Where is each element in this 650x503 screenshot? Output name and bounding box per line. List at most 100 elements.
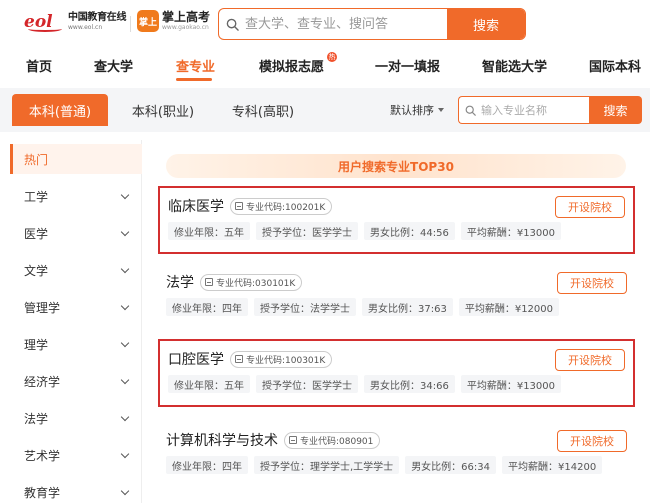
filter-bar: 本科(普通) 本科(职业) 专科(高职) 默认排序 搜索: [0, 88, 650, 132]
sidebar-item-label: 艺术学: [24, 448, 61, 463]
id-card-icon: [235, 355, 243, 363]
major-years: 修业年限：五年: [168, 222, 250, 240]
logo-divider: [130, 16, 131, 32]
open-schools-button[interactable]: 开设院校: [557, 272, 627, 294]
open-schools-button[interactable]: 开设院校: [555, 196, 625, 218]
caret-down-icon: [438, 108, 444, 112]
sidebar-item-economics[interactable]: 经济学: [10, 366, 142, 396]
sidebar-item-label: 文学: [24, 263, 49, 278]
global-search: 搜索: [218, 8, 526, 40]
major-years: 修业年限：四年: [166, 298, 248, 316]
eol-logo-text: 中国教育在线: [68, 12, 127, 23]
nav-item-majors[interactable]: 查专业: [176, 56, 215, 75]
chevron-down-icon: [120, 227, 130, 236]
sidebar-item-arts[interactable]: 艺术学: [10, 440, 142, 470]
sidebar-item-engineering[interactable]: 工学: [10, 181, 142, 211]
sidebar-item-label: 理学: [24, 337, 49, 352]
sidebar-item-hot[interactable]: 热门: [10, 144, 142, 174]
eol-logo-mark: eol: [24, 12, 66, 32]
zsgk-logo-text: 掌上高考: [162, 10, 211, 24]
major-name[interactable]: 法学: [166, 272, 194, 292]
sidebar-item-label: 医学: [24, 226, 49, 241]
nav-active-indicator: [176, 78, 212, 81]
top30-banner: 用户搜索专业TOP30: [166, 154, 626, 178]
chevron-down-icon: [120, 412, 130, 421]
major-search: [458, 96, 590, 124]
major-code-badge: 专业代码:100301K: [230, 350, 333, 368]
major-card[interactable]: 口腔医学 专业代码:100301K 修业年限：五年 授予学位：医学学士 男女比例…: [158, 339, 635, 407]
id-card-icon: [235, 202, 243, 210]
chevron-down-icon: [120, 264, 130, 273]
sidebar-item-science[interactable]: 理学: [10, 329, 142, 359]
chevron-down-icon: [120, 338, 130, 347]
zsgk-logo-url: www.gaokao.cn: [162, 24, 209, 31]
major-code-badge: 专业代码:080901: [284, 431, 381, 449]
header: eol 中国教育在线 www.eol.cn 掌上 掌上高考 www.gaokao…: [0, 0, 650, 46]
major-code-badge: 专业代码:030101K: [200, 273, 303, 291]
sidebar-item-label: 经济学: [24, 374, 61, 389]
major-gender-ratio: 男女比例：66:34: [405, 456, 497, 474]
id-card-icon: [289, 436, 297, 444]
sort-dropdown[interactable]: 默认排序: [390, 102, 444, 118]
tab-junior-college[interactable]: 专科(高职): [218, 94, 308, 126]
sidebar-item-label: 热门: [24, 152, 49, 167]
major-card[interactable]: 临床医学 专业代码:100201K 修业年限：五年 授予学位：医学学士 男女比例…: [158, 186, 635, 254]
major-salary: 平均薪酬：¥13000: [460, 375, 562, 393]
open-schools-button[interactable]: 开设院校: [557, 430, 627, 452]
eol-logo[interactable]: eol 中国教育在线 www.eol.cn: [24, 12, 127, 32]
major-degree: 授予学位：医学学士: [256, 222, 358, 240]
major-degree: 授予学位：法学学士: [254, 298, 356, 316]
magnifier-icon: [459, 105, 481, 116]
sort-label: 默认排序: [390, 104, 434, 117]
chevron-down-icon: [120, 190, 130, 199]
chevron-down-icon: [120, 486, 130, 495]
magnifier-icon: [219, 9, 245, 39]
sidebar-item-medicine[interactable]: 医学: [10, 218, 142, 248]
chevron-down-icon: [120, 301, 130, 310]
nav-item-one-on-one[interactable]: 一对一填报: [375, 56, 440, 75]
sidebar-item-law[interactable]: 法学: [10, 403, 142, 433]
sidebar-item-literature[interactable]: 文学: [10, 255, 142, 285]
major-years: 修业年限：四年: [166, 456, 248, 474]
tab-undergrad-general[interactable]: 本科(普通): [12, 94, 108, 126]
id-card-icon: [205, 278, 213, 286]
global-search-button[interactable]: 搜索: [447, 9, 525, 39]
major-card[interactable]: 计算机科学与技术 专业代码:080901 修业年限：四年 授予学位：理学学士,工…: [158, 422, 635, 490]
hot-badge: 热: [327, 52, 337, 62]
sidebar-item-management[interactable]: 管理学: [10, 292, 142, 322]
chevron-down-icon: [120, 449, 130, 458]
major-code-badge: 专业代码:100201K: [230, 197, 333, 215]
sidebar-item-education[interactable]: 教育学: [10, 477, 142, 503]
eol-logo-url: www.eol.cn: [68, 24, 103, 31]
major-name[interactable]: 临床医学: [168, 196, 224, 216]
nav-item-universities[interactable]: 查大学: [94, 56, 133, 75]
global-search-input[interactable]: [245, 9, 447, 39]
major-gender-ratio: 男女比例：37:63: [362, 298, 453, 316]
major-gender-ratio: 男女比例：34:66: [364, 375, 455, 393]
sidebar-item-label: 教育学: [24, 485, 61, 500]
major-salary: 平均薪酬：¥13000: [460, 222, 562, 240]
nav-item-intl[interactable]: 国际本科: [589, 56, 641, 75]
major-card[interactable]: 法学 专业代码:030101K 修业年限：四年 授予学位：法学学士 男女比例：3…: [158, 264, 635, 332]
zsgk-logo-mark: 掌上: [137, 10, 159, 32]
sidebar-item-label: 管理学: [24, 300, 61, 315]
major-search-button[interactable]: 搜索: [589, 96, 642, 124]
tab-undergrad-vocational[interactable]: 本科(职业): [118, 94, 208, 126]
major-search-input[interactable]: [481, 103, 590, 117]
nav-item-smart-select[interactable]: 智能选大学: [482, 56, 547, 75]
major-gender-ratio: 男女比例：44:56: [364, 222, 455, 240]
main-nav: 首页 查大学 查专业 模拟报志愿 一对一填报 智能选大学 国际本科: [0, 52, 650, 82]
major-name[interactable]: 计算机科学与技术: [166, 430, 278, 450]
nav-item-home[interactable]: 首页: [26, 56, 52, 75]
nav-item-simulate[interactable]: 模拟报志愿: [259, 56, 324, 75]
major-name[interactable]: 口腔医学: [168, 349, 224, 369]
chevron-down-icon: [120, 375, 130, 384]
major-years: 修业年限：五年: [168, 375, 250, 393]
major-degree: 授予学位：理学学士,工学学士: [254, 456, 400, 474]
major-degree: 授予学位：医学学士: [256, 375, 358, 393]
sidebar-item-label: 工学: [24, 189, 49, 204]
zsgk-logo[interactable]: 掌上 掌上高考 www.gaokao.cn: [137, 10, 210, 32]
major-salary: 平均薪酬：¥14200: [502, 456, 603, 474]
major-salary: 平均薪酬：¥12000: [458, 298, 560, 316]
open-schools-button[interactable]: 开设院校: [555, 349, 625, 371]
